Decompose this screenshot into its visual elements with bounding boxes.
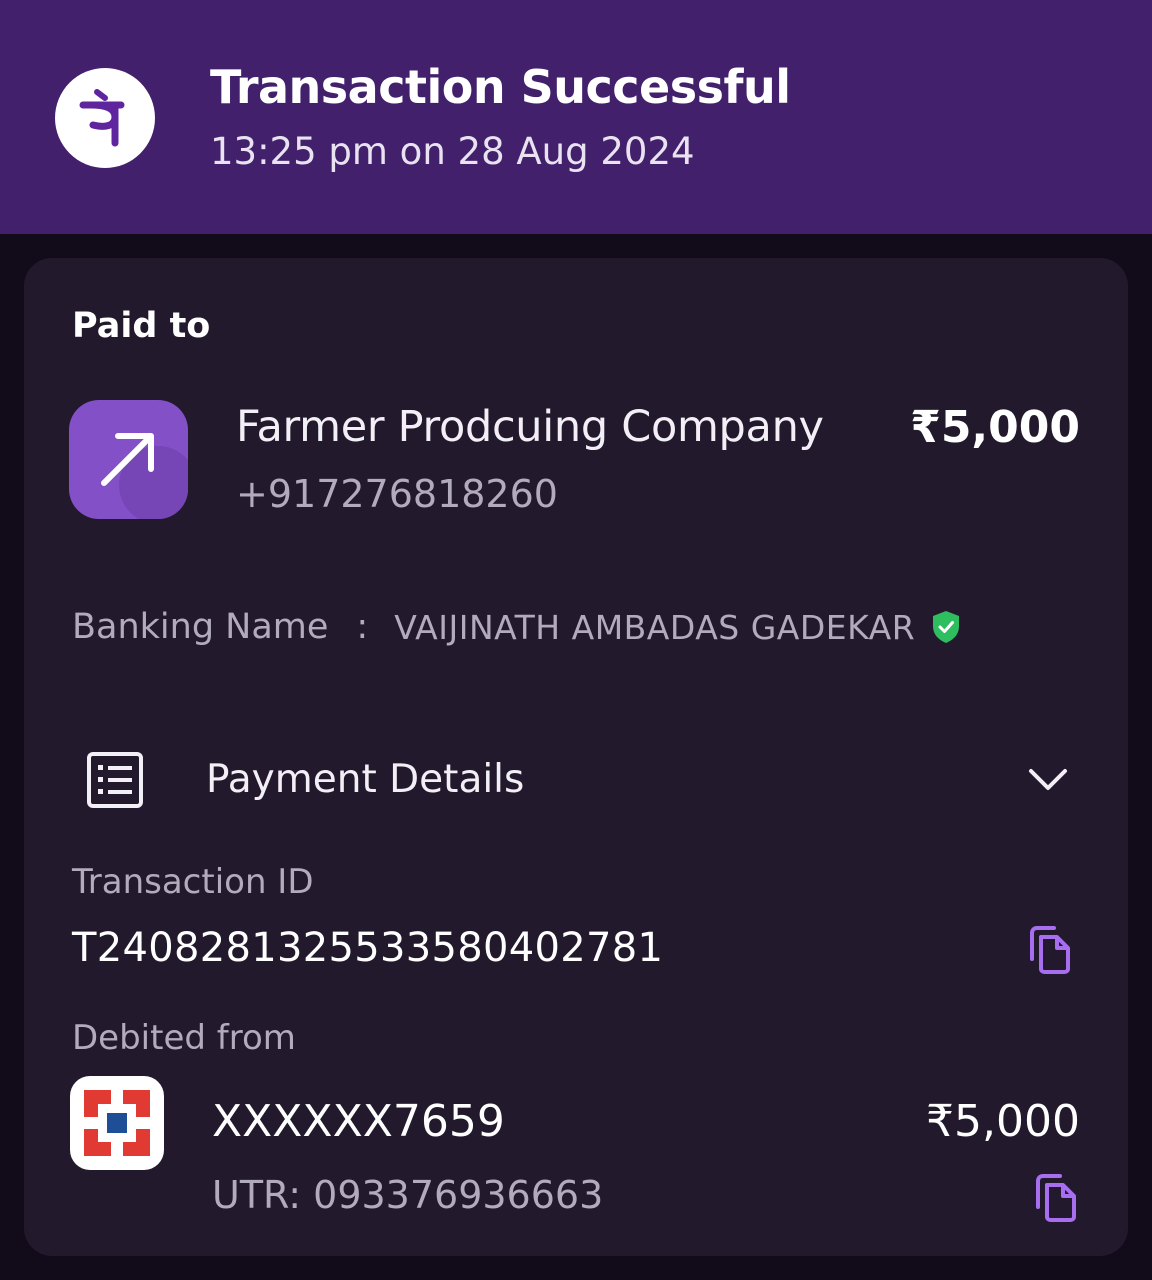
- banking-name-separator: :: [356, 607, 369, 647]
- transaction-timestamp: 13:25 pm on 28 Aug 2024: [210, 130, 695, 173]
- copy-transaction-id-icon[interactable]: [1028, 925, 1072, 975]
- banking-name-label: Banking Name: [72, 607, 329, 647]
- payee-phone: +917276818260: [236, 472, 558, 516]
- page-title: Transaction Successful: [210, 60, 791, 114]
- debited-from-label: Debited from: [72, 1018, 296, 1058]
- bank-logo-icon: [70, 1076, 164, 1170]
- arrow-up-right-icon: [69, 400, 188, 519]
- copy-utr-icon[interactable]: [1034, 1173, 1078, 1223]
- paid-to-label: Paid to: [72, 306, 211, 346]
- receipt-list-icon: [87, 752, 143, 808]
- payee-amount: ₹5,000: [910, 402, 1080, 453]
- account-number: XXXXXX7659: [212, 1096, 505, 1147]
- verified-shield-icon: [933, 611, 960, 643]
- payment-details-title[interactable]: Payment Details: [206, 757, 524, 802]
- debit-amount: ₹5,000: [926, 1096, 1080, 1147]
- transaction-header: Transaction Successful 13:25 pm on 28 Au…: [0, 0, 1152, 234]
- banking-name-row: Banking Name : VAIJINATH AMBADAS GADEKAR: [72, 607, 961, 647]
- chevron-down-icon[interactable]: [1026, 763, 1070, 795]
- banking-name-value: VAIJINATH AMBADAS GADEKAR: [394, 607, 916, 647]
- transaction-id-value: T2408281325533580402781: [72, 925, 664, 971]
- transaction-id-label: Transaction ID: [72, 862, 314, 902]
- utr-number: UTR: 093376936663: [212, 1173, 604, 1217]
- payee-name: Farmer Prodcuing Company: [236, 402, 824, 452]
- phonepe-logo-icon: [55, 68, 155, 168]
